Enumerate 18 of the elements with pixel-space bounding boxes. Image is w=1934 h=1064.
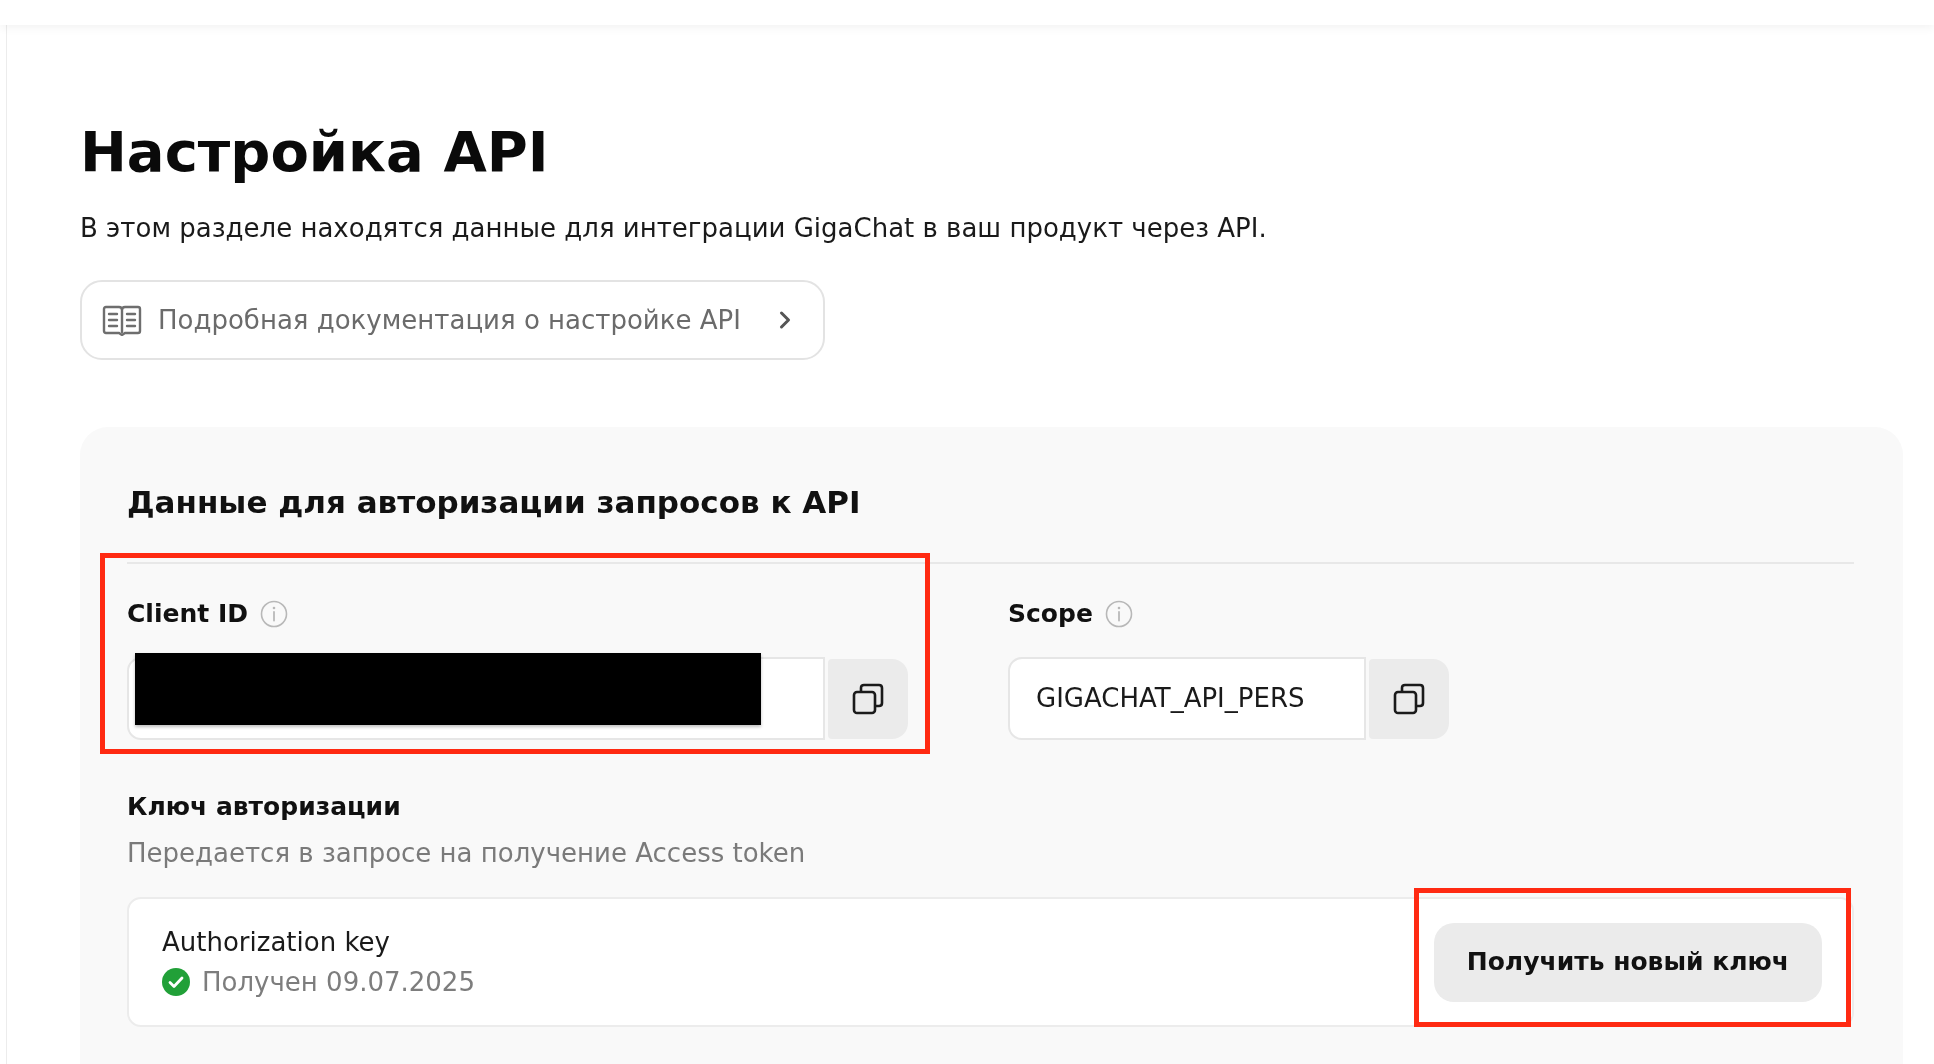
section-title: Ключ авторизации [127, 791, 402, 823]
section-hint: Передается в запросе на получение Access token [127, 837, 807, 869]
field-label: Scope [1008, 598, 1093, 630]
field-label: Client ID [127, 598, 248, 630]
get-new-key-button[interactable]: Получить новый ключ [1433, 922, 1822, 1002]
page-description: В этом разделе находятся данные для интеграции GigaChat в ваш продукт через API. [80, 212, 1268, 244]
key-status: Получен 09.07.2025 [202, 966, 475, 999]
card-title: Данные для авторизации запросов к API [127, 483, 862, 522]
copy-button[interactable] [1369, 658, 1449, 739]
text-field[interactable]: GIGACHAT_API_PERS [1008, 657, 1366, 740]
book-icon [102, 304, 142, 336]
copy-icon [1393, 682, 1425, 715]
docs-link[interactable]: Подробная документация о настройке API [80, 280, 825, 360]
copy-icon [852, 682, 884, 715]
field-value: GIGACHAT_API_PERS [1036, 682, 1305, 715]
key-label: Authorization key [162, 926, 391, 959]
copy-button[interactable] [828, 658, 908, 739]
page-title: Настройка API [80, 118, 550, 186]
